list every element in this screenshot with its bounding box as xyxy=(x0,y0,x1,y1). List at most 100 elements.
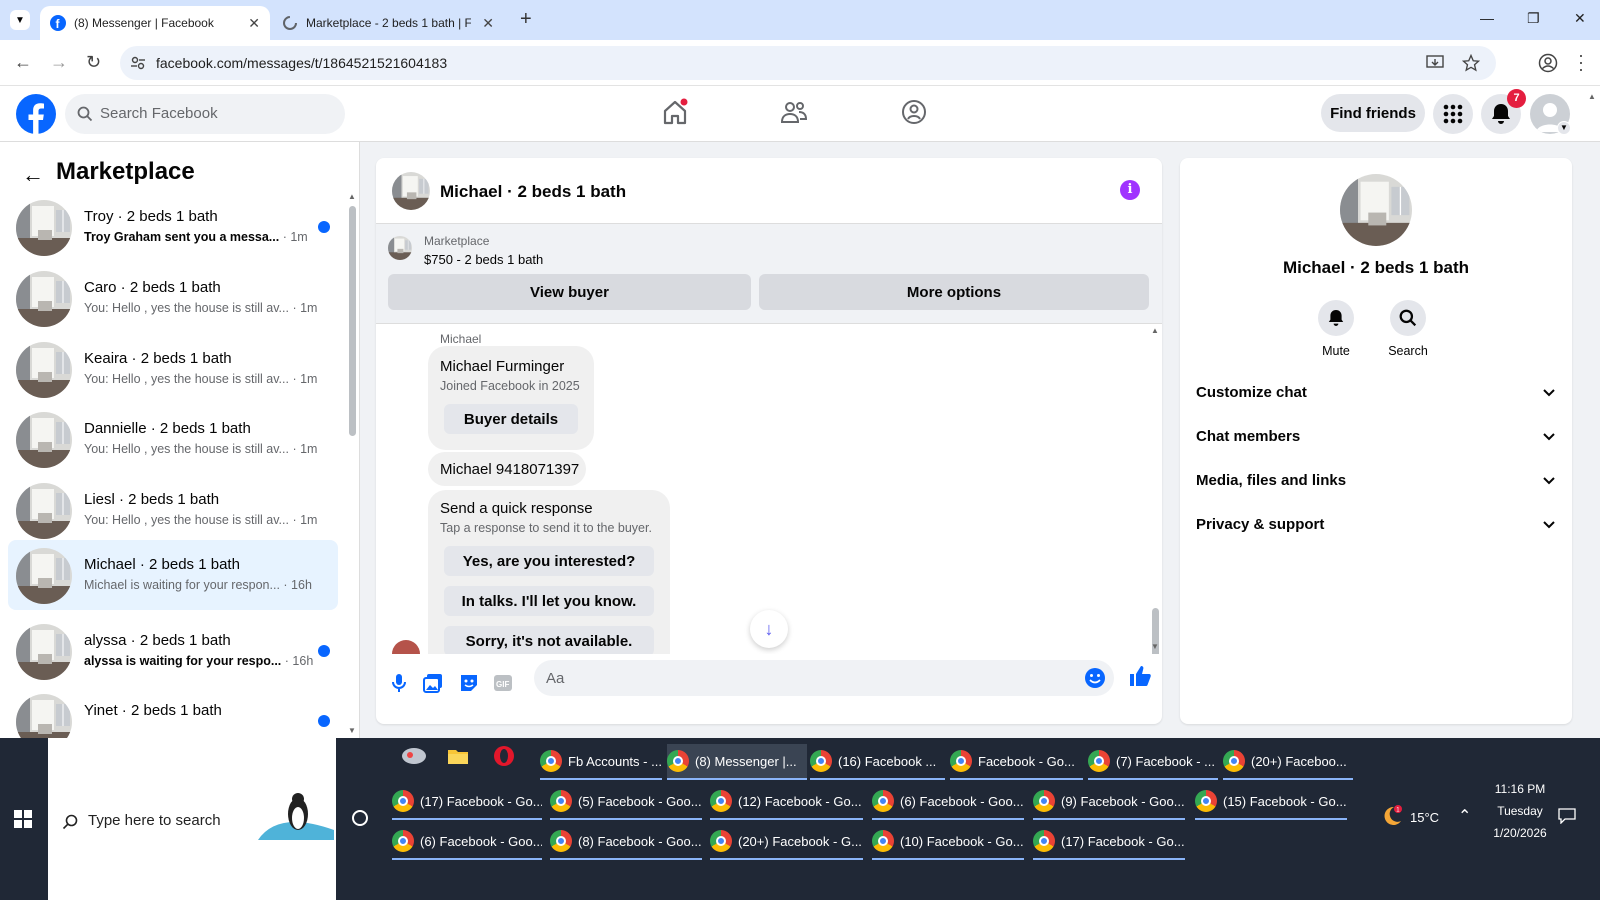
notification-center-icon[interactable] xyxy=(1558,808,1576,824)
thumbs-up-icon[interactable] xyxy=(1128,664,1152,688)
taskbar-window-item[interactable]: (20+) Facebook - G... xyxy=(710,824,863,860)
taskbar-window-item[interactable]: (8) Facebook - Goo... xyxy=(550,824,702,860)
emoji-icon[interactable] xyxy=(1084,667,1106,689)
facebook-search-input[interactable]: Search Facebook xyxy=(65,94,345,134)
friends-icon[interactable] xyxy=(780,98,808,126)
quick-response-option[interactable]: In talks. I'll let you know. xyxy=(444,586,654,616)
conversation-item[interactable]: Dannielle · 2 beds 1 bath You: Hello , ye… xyxy=(8,404,338,474)
account-chevron-icon[interactable]: ▼ xyxy=(1557,121,1571,135)
conversation-item[interactable]: Troy · 2 beds 1 bath Troy Graham sent you… xyxy=(8,192,338,262)
taskbar-window-item[interactable]: (16) Facebook ... xyxy=(810,744,945,780)
close-window-button[interactable]: ✕ xyxy=(1574,10,1586,27)
opera-icon[interactable] xyxy=(486,738,522,774)
taskbar-search-input[interactable]: Type here to search xyxy=(48,738,336,900)
omnibox[interactable]: facebook.com/messages/t/1864521521604183 xyxy=(120,46,1496,80)
scroll-up-arrow-icon[interactable]: ▲ xyxy=(348,192,356,201)
tab-marketplace[interactable]: Marketplace - 2 beds 1 bath | F ✕ xyxy=(272,6,504,40)
scroll-down-arrow-icon[interactable]: ▼ xyxy=(348,726,356,735)
conversation-item[interactable]: Liesl · 2 beds 1 bath You: Hello , yes th… xyxy=(8,475,338,545)
temperature[interactable]: 15°C xyxy=(1410,810,1439,825)
taskbar-window-item[interactable]: (7) Facebook - ... xyxy=(1088,744,1218,780)
mute-button[interactable]: Mute xyxy=(1306,300,1366,358)
conversation-item[interactable]: Yinet · 2 beds 1 bath xyxy=(8,686,338,738)
clock-day[interactable]: Tuesday xyxy=(1482,804,1558,818)
more-options-button[interactable]: More options xyxy=(759,274,1149,310)
taskbar-window-item[interactable]: (12) Facebook - Go... xyxy=(710,784,863,820)
search-button[interactable]: Search xyxy=(1378,300,1438,358)
chat-pane: Michael · 2 beds 1 bath i Marketplace $7… xyxy=(376,158,1162,724)
scroll-to-bottom-button[interactable]: ↓ xyxy=(750,610,788,648)
info-icon[interactable]: i xyxy=(1120,180,1140,200)
new-tab-button[interactable]: + xyxy=(520,8,532,31)
forward-button[interactable]: → xyxy=(50,52,68,73)
gif-icon[interactable]: GIF xyxy=(492,672,514,694)
conversation-item[interactable]: Keaira · 2 beds 1 bath You: Hello , yes t… xyxy=(8,334,338,404)
taskbar-window-item[interactable]: (17) Facebook - Go... xyxy=(392,784,542,820)
message-input[interactable]: Aa xyxy=(534,660,1114,696)
pinned-app-icon[interactable] xyxy=(396,738,432,774)
install-app-icon[interactable] xyxy=(1426,55,1444,71)
conversation-item[interactable]: Caro · 2 beds 1 bath You: Hello , yes the… xyxy=(8,263,338,333)
page-scrollbar[interactable]: ▲ xyxy=(1588,92,1598,732)
tray-overflow-icon[interactable]: ⌃ xyxy=(1458,806,1471,826)
avatar[interactable] xyxy=(392,172,430,210)
clock-date[interactable]: 1/20/2026 xyxy=(1482,826,1558,840)
find-friends-button[interactable]: Find friends xyxy=(1321,94,1425,132)
close-tab-icon[interactable]: ✕ xyxy=(482,15,494,32)
tab-search-icon[interactable]: ▼ xyxy=(10,10,30,30)
quick-response-option[interactable]: Yes, are you interested? xyxy=(444,546,654,576)
clock-time[interactable]: 11:16 PM xyxy=(1482,782,1558,796)
view-buyer-button[interactable]: View buyer xyxy=(388,274,751,310)
taskbar-window-item[interactable]: (8) Messenger |... xyxy=(667,744,807,780)
taskbar-window-item[interactable]: (9) Facebook - Goo... xyxy=(1033,784,1185,820)
microphone-icon[interactable] xyxy=(388,672,410,694)
windows-start-icon[interactable] xyxy=(14,810,32,828)
scroll-down-arrow-icon[interactable]: ▼ xyxy=(1151,642,1159,651)
chat-title[interactable]: Michael · 2 beds 1 bath xyxy=(440,182,626,202)
taskbar-window-item[interactable]: (20+) Faceboo... xyxy=(1223,744,1353,780)
bookmark-star-icon[interactable] xyxy=(1462,54,1480,72)
chevron-down-icon xyxy=(1543,521,1555,529)
scroll-up-arrow-icon[interactable]: ▲ xyxy=(1151,326,1159,335)
home-icon[interactable] xyxy=(661,98,689,126)
taskbar-window-item[interactable]: Fb Accounts - ... xyxy=(540,744,662,780)
groups-icon[interactable] xyxy=(900,98,928,126)
back-arrow-icon[interactable]: ← xyxy=(22,162,44,188)
minimize-button[interactable]: — xyxy=(1480,10,1494,26)
conversation-item[interactable]: alyssa · 2 beds 1 bath alyssa is waiting … xyxy=(8,616,338,686)
sticker-icon[interactable] xyxy=(458,672,480,694)
window-title: (17) Facebook - Go... xyxy=(420,793,542,809)
browser-menu-icon[interactable]: · · · xyxy=(1578,46,1584,78)
reload-button[interactable]: ↻ xyxy=(86,52,101,73)
buyer-details-button[interactable]: Buyer details xyxy=(444,404,578,434)
weather-icon[interactable]: 1 xyxy=(1380,804,1404,828)
taskbar-window-item[interactable]: (15) Facebook - Go... xyxy=(1195,784,1347,820)
privacy-support-section[interactable]: Privacy & support xyxy=(1196,516,1556,556)
cortana-icon[interactable] xyxy=(352,810,368,826)
menu-button[interactable] xyxy=(1433,94,1473,134)
conversation-item[interactable]: Michael · 2 beds 1 bath Michael is waitin… xyxy=(8,540,338,610)
customize-chat-section[interactable]: Customize chat xyxy=(1196,384,1556,424)
scrollbar[interactable] xyxy=(349,206,356,436)
restore-button[interactable]: ❐ xyxy=(1527,10,1540,27)
chrome-icon xyxy=(1033,830,1055,852)
listing-title[interactable]: $750 - 2 beds 1 bath xyxy=(424,252,543,267)
profile-icon[interactable] xyxy=(1538,53,1558,73)
site-settings-icon[interactable] xyxy=(130,55,146,71)
taskbar-window-item[interactable]: (6) Facebook - Goo... xyxy=(872,784,1024,820)
scroll-up-arrow-icon[interactable]: ▲ xyxy=(1588,92,1598,101)
file-explorer-icon[interactable] xyxy=(440,738,476,774)
taskbar-window-item[interactable]: (17) Facebook - Go... xyxy=(1033,824,1185,860)
taskbar-window-item[interactable]: (5) Facebook - Goo... xyxy=(550,784,702,820)
photo-icon[interactable] xyxy=(422,672,444,694)
close-tab-icon[interactable]: ✕ xyxy=(248,15,260,32)
taskbar-window-item[interactable]: (6) Facebook - Goo... xyxy=(392,824,542,860)
back-button[interactable]: ← xyxy=(14,52,32,73)
quick-response-option[interactable]: Sorry, it's not available. xyxy=(444,626,654,654)
media-files-section[interactable]: Media, files and links xyxy=(1196,472,1556,512)
taskbar-window-item[interactable]: (10) Facebook - Go... xyxy=(872,824,1024,860)
taskbar-window-item[interactable]: Facebook - Go... xyxy=(950,744,1083,780)
facebook-logo-icon[interactable] xyxy=(16,94,56,134)
tab-messenger[interactable]: f (8) Messenger | Facebook ✕ xyxy=(40,6,270,40)
chat-members-section[interactable]: Chat members xyxy=(1196,428,1556,468)
